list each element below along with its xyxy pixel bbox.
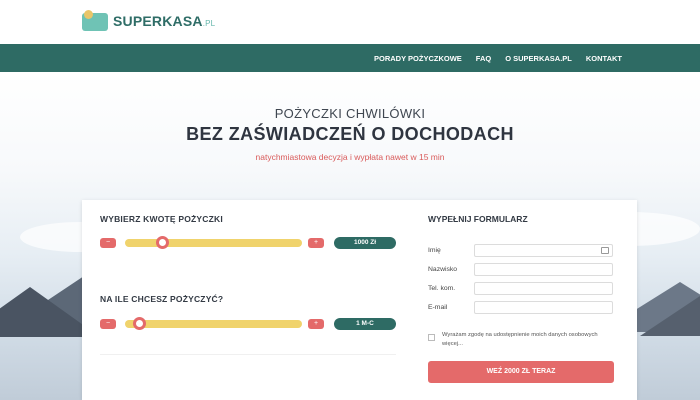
navbar: PORADY POŻYCZKOWE FAQ O SUPERKASA.PL KON… [0,44,700,72]
period-decrease-button[interactable]: − [100,319,116,329]
amount-title: WYBIERZ KWOTĘ POŻYCZKI [100,214,223,224]
amount-slider-track[interactable] [125,236,302,249]
period-slider-handle[interactable] [133,317,146,330]
hero-title: BEZ ZAŚWIADCZEŃ O DOCHODACH [186,124,514,144]
amount-slider-handle[interactable] [156,236,169,249]
loan-calculator: WYBIERZ KWOTĘ POŻYCZKI − + 1000 Zł NA IL… [82,200,412,400]
brand-suffix: .PL [202,19,216,28]
loan-panel: WYBIERZ KWOTĘ POŻYCZKI − + 1000 Zł NA IL… [82,200,637,400]
period-value: 1 M-C [334,318,396,330]
brand-name: SUPERKASA.PL [113,13,216,29]
period-slider-track[interactable] [125,317,302,330]
logo[interactable]: SUPERKASA.PL [82,10,215,32]
hero-tagline: natychmiastowa decyzja i wypłata nawet w… [255,152,445,162]
form-title: WYPEŁNIJ FORMULARZ [428,214,528,224]
field-label-last-name: Nazwisko [428,266,458,273]
phone-input[interactable] [474,282,613,295]
mountain-graphic [640,296,700,336]
hero-subtitle: POŻYCZKI CHWILÓWKI [274,106,426,121]
field-label-phone: Tel. kom. [428,285,456,292]
period-title: NA ILE CHCESZ POŻYCZYĆ? [100,294,224,304]
amount-increase-button[interactable]: + [308,238,324,248]
consent-checkbox[interactable] [428,334,435,341]
period-slider-row: − + 1 M-C [100,317,396,330]
field-label-email: E-mail [428,304,448,311]
field-label-first-name: Imię [428,247,441,254]
consent-text: Wyrażam zgodę na udostępnienie moich dan… [442,332,598,347]
application-form: WYPEŁNIJ FORMULARZ Imię Nazwisko Tel. ko… [412,200,637,400]
last-name-input[interactable] [474,263,613,276]
email-input[interactable] [474,301,613,314]
submit-button[interactable]: WEŹ 2000 ZŁ TERAZ [428,361,614,383]
amount-value: 1000 Zł [334,237,396,249]
amount-slider-row: − + 1000 Zł [100,236,396,249]
header: SUPERKASA.PL [0,0,700,44]
amount-decrease-button[interactable]: − [100,238,116,248]
period-increase-button[interactable]: + [308,319,324,329]
first-name-input[interactable] [474,244,613,257]
nav-item-porady[interactable]: PORADY POŻYCZKOWE [374,54,462,63]
nav-item-kontakt[interactable]: KONTAKT [586,54,622,63]
divider [100,354,396,355]
contact-card-icon [601,247,609,254]
nav-item-faq[interactable]: FAQ [476,54,491,63]
wallet-icon [82,10,108,32]
nav-item-o-superkasa[interactable]: O SUPERKASA.PL [505,54,572,63]
